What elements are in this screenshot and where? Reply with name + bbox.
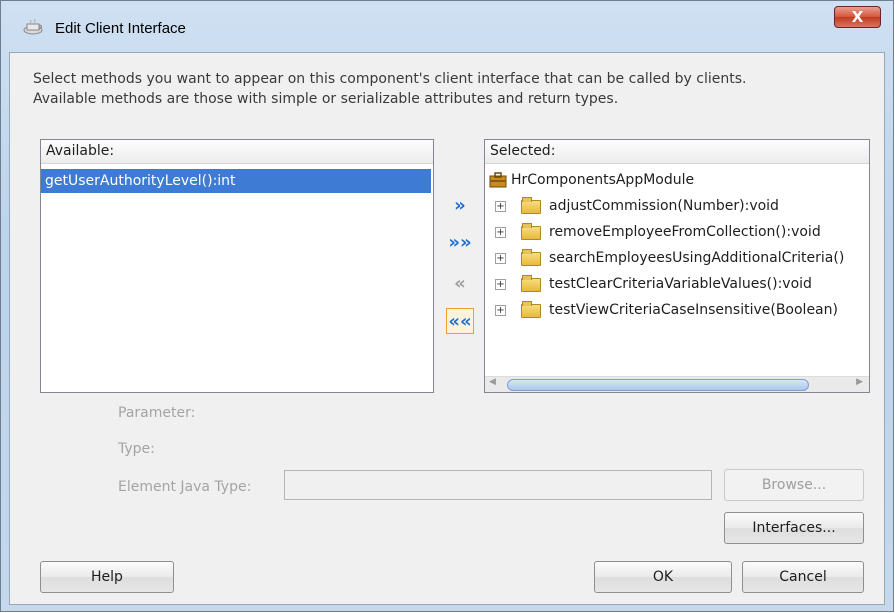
dialog-content: Select methods you want to appear on thi…	[9, 52, 885, 605]
folder-icon	[521, 275, 541, 292]
browse-button[interactable]: Browse...	[724, 469, 864, 501]
scrollbar-thumb[interactable]	[507, 379, 809, 391]
selected-tree[interactable]: Selected: HrComponentsAppModule + adjust…	[484, 139, 870, 393]
window-title: Edit Client Interface	[55, 20, 186, 37]
expand-icon[interactable]: +	[495, 279, 506, 290]
description-line-1: Select methods you want to appear on thi…	[33, 71, 747, 87]
remove-button[interactable]: «	[446, 271, 474, 297]
folder-icon	[521, 197, 541, 214]
tree-item-label: removeEmployeeFromCollection():void	[549, 224, 821, 240]
folder-icon	[521, 223, 541, 240]
double-chevron-right-icon: »»	[448, 232, 472, 253]
tree-root-label: HrComponentsAppModule	[511, 172, 695, 188]
element-java-type-field[interactable]	[284, 470, 712, 500]
description-line-2: Available methods are those with simple …	[33, 91, 619, 107]
folder-icon	[521, 301, 541, 318]
add-all-button[interactable]: »»	[446, 230, 474, 256]
scroll-right-icon[interactable]: ▶	[856, 377, 863, 387]
interfaces-button[interactable]: Interfaces...	[724, 512, 864, 544]
parameter-label: Parameter:	[118, 405, 196, 421]
double-chevron-left-icon: ««	[448, 311, 472, 332]
description-text: Select methods you want to appear on thi…	[33, 69, 873, 109]
tree-item-label: adjustCommission(Number):void	[549, 198, 779, 214]
tree-item[interactable]: + testClearCriteriaVariableValues():void	[485, 271, 869, 297]
expand-icon[interactable]: +	[495, 201, 506, 212]
type-label: Type:	[118, 441, 155, 457]
close-icon: X	[851, 8, 864, 26]
tree-item[interactable]: + testViewCriteriaCaseInsensitive(Boolea…	[485, 297, 869, 323]
folder-icon	[521, 249, 541, 266]
tree-item[interactable]: + adjustCommission(Number):void	[485, 193, 869, 219]
remove-all-button[interactable]: ««	[446, 308, 474, 334]
chevron-right-icon: »	[454, 195, 466, 216]
available-header: Available:	[41, 140, 433, 164]
horizontal-scrollbar[interactable]: ◀ ▶	[485, 376, 869, 392]
app-module-icon	[489, 172, 507, 188]
add-button[interactable]: »	[446, 193, 474, 219]
expand-icon[interactable]: +	[495, 305, 506, 316]
expand-icon[interactable]: +	[495, 253, 506, 264]
tree-item[interactable]: + removeEmployeeFromCollection():void	[485, 219, 869, 245]
tree-item-label: searchEmployeesUsingAdditionalCriteria()	[549, 250, 845, 266]
element-java-type-label: Element Java Type:	[118, 479, 252, 495]
close-button[interactable]: X	[834, 6, 881, 28]
ok-button[interactable]: OK	[594, 561, 732, 593]
cancel-button[interactable]: Cancel	[742, 561, 864, 593]
scroll-left-icon[interactable]: ◀	[489, 377, 496, 387]
help-button[interactable]: Help	[40, 561, 174, 593]
tree-item[interactable]: + searchEmployeesUsingAdditionalCriteria…	[485, 245, 869, 271]
expand-icon[interactable]: +	[495, 227, 506, 238]
dialog-window: Edit Client Interface X Select methods y…	[0, 0, 894, 612]
chevron-left-icon: «	[454, 273, 466, 294]
tree-item-label: testViewCriteriaCaseInsensitive(Boolean)	[549, 302, 838, 318]
selected-header: Selected:	[485, 140, 869, 164]
available-item[interactable]: getUserAuthorityLevel():int	[41, 169, 431, 193]
coffee-cup-icon	[23, 19, 43, 35]
tree-item-label: testClearCriteriaVariableValues():void	[549, 276, 812, 292]
title-bar[interactable]: Edit Client Interface X	[1, 1, 893, 51]
